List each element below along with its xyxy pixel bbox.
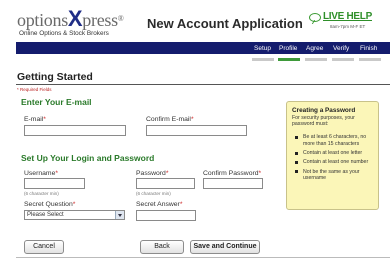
- step-progress-verify: [332, 58, 354, 61]
- page-title: Getting Started: [17, 71, 93, 83]
- confirm-email-field[interactable]: [146, 125, 247, 136]
- password-hint: (6 character min): [136, 191, 171, 196]
- password-requirements-box: Creating a Password For security purpose…: [286, 101, 379, 210]
- username-label: Username*: [24, 170, 59, 177]
- confirm-email-label: Confirm E-mail*: [146, 116, 194, 123]
- title-divider: [16, 84, 390, 85]
- password-help-title: Creating a Password: [292, 107, 356, 114]
- step-progress-finish: [359, 58, 381, 61]
- cancel-button[interactable]: Cancel: [24, 240, 64, 254]
- list-item: Contain at least one letter: [292, 150, 374, 156]
- step-agree: Agree: [306, 45, 324, 52]
- confirm-password-label: Confirm Password*: [203, 170, 262, 177]
- secret-answer-field[interactable]: [136, 210, 196, 221]
- secret-question-select[interactable]: Please Select: [24, 210, 125, 220]
- password-rules-list: Be at least 6 characters, no more than 1…: [292, 134, 374, 181]
- live-help-link[interactable]: LIVE HELP 8am-7pm M-F ET: [305, 11, 387, 37]
- secret-answer-label: Secret Answer*: [136, 201, 183, 208]
- bullet-icon: [295, 160, 298, 164]
- bullet-icon: [295, 135, 298, 139]
- live-help-label[interactable]: LIVE HELP: [323, 11, 372, 22]
- list-item: Contain at least one number: [292, 159, 374, 165]
- step-setup: Setup: [254, 45, 271, 52]
- password-label: Password*: [136, 170, 169, 177]
- bullet-icon: [295, 170, 298, 174]
- chat-bubble-icon: [309, 13, 321, 22]
- step-verify: Verify: [333, 45, 350, 52]
- step-progress-profile: [278, 58, 300, 61]
- back-button[interactable]: Back: [140, 240, 184, 254]
- login-section-heading: Set Up Your Login and Password: [21, 153, 155, 163]
- live-help-hours: 8am-7pm M-F ET: [330, 24, 366, 29]
- username-hint: (6 character min): [24, 191, 59, 196]
- email-label: E-mail*: [24, 116, 46, 123]
- app-title: New Account Application: [147, 16, 303, 31]
- required-fields-note: * Required Fields: [17, 87, 52, 92]
- email-field[interactable]: [24, 125, 126, 136]
- password-help-intro: For security purposes, your password mus…: [292, 115, 355, 128]
- brand-logo: optionsXpress® Online Options & Stock Br…: [17, 6, 135, 41]
- secret-question-label: Secret Question*: [24, 201, 76, 208]
- step-progress-agree: [305, 58, 327, 61]
- list-item: Not be the same as your username: [292, 169, 374, 182]
- step-profile: Profile: [279, 45, 298, 52]
- email-section-heading: Enter Your E-mail: [21, 97, 92, 107]
- list-item: Be at least 6 characters, no more than 1…: [292, 134, 374, 147]
- step-indicator: Setup Profile Agree Verify Finish: [0, 45, 390, 69]
- secret-question-value: Please Select: [27, 212, 64, 218]
- password-field[interactable]: [136, 178, 195, 189]
- brand-wordmark: optionsXpress®: [17, 6, 124, 31]
- save-and-continue-button[interactable]: Save and Continue: [190, 240, 260, 254]
- step-finish: Finish: [360, 45, 378, 52]
- chevron-down-icon[interactable]: [115, 211, 124, 219]
- bullet-icon: [295, 151, 298, 155]
- step-progress-setup: [252, 58, 274, 61]
- username-field[interactable]: [24, 178, 85, 189]
- confirm-password-field[interactable]: [203, 178, 263, 189]
- brand-tagline: Online Options & Stock Brokers: [19, 30, 109, 37]
